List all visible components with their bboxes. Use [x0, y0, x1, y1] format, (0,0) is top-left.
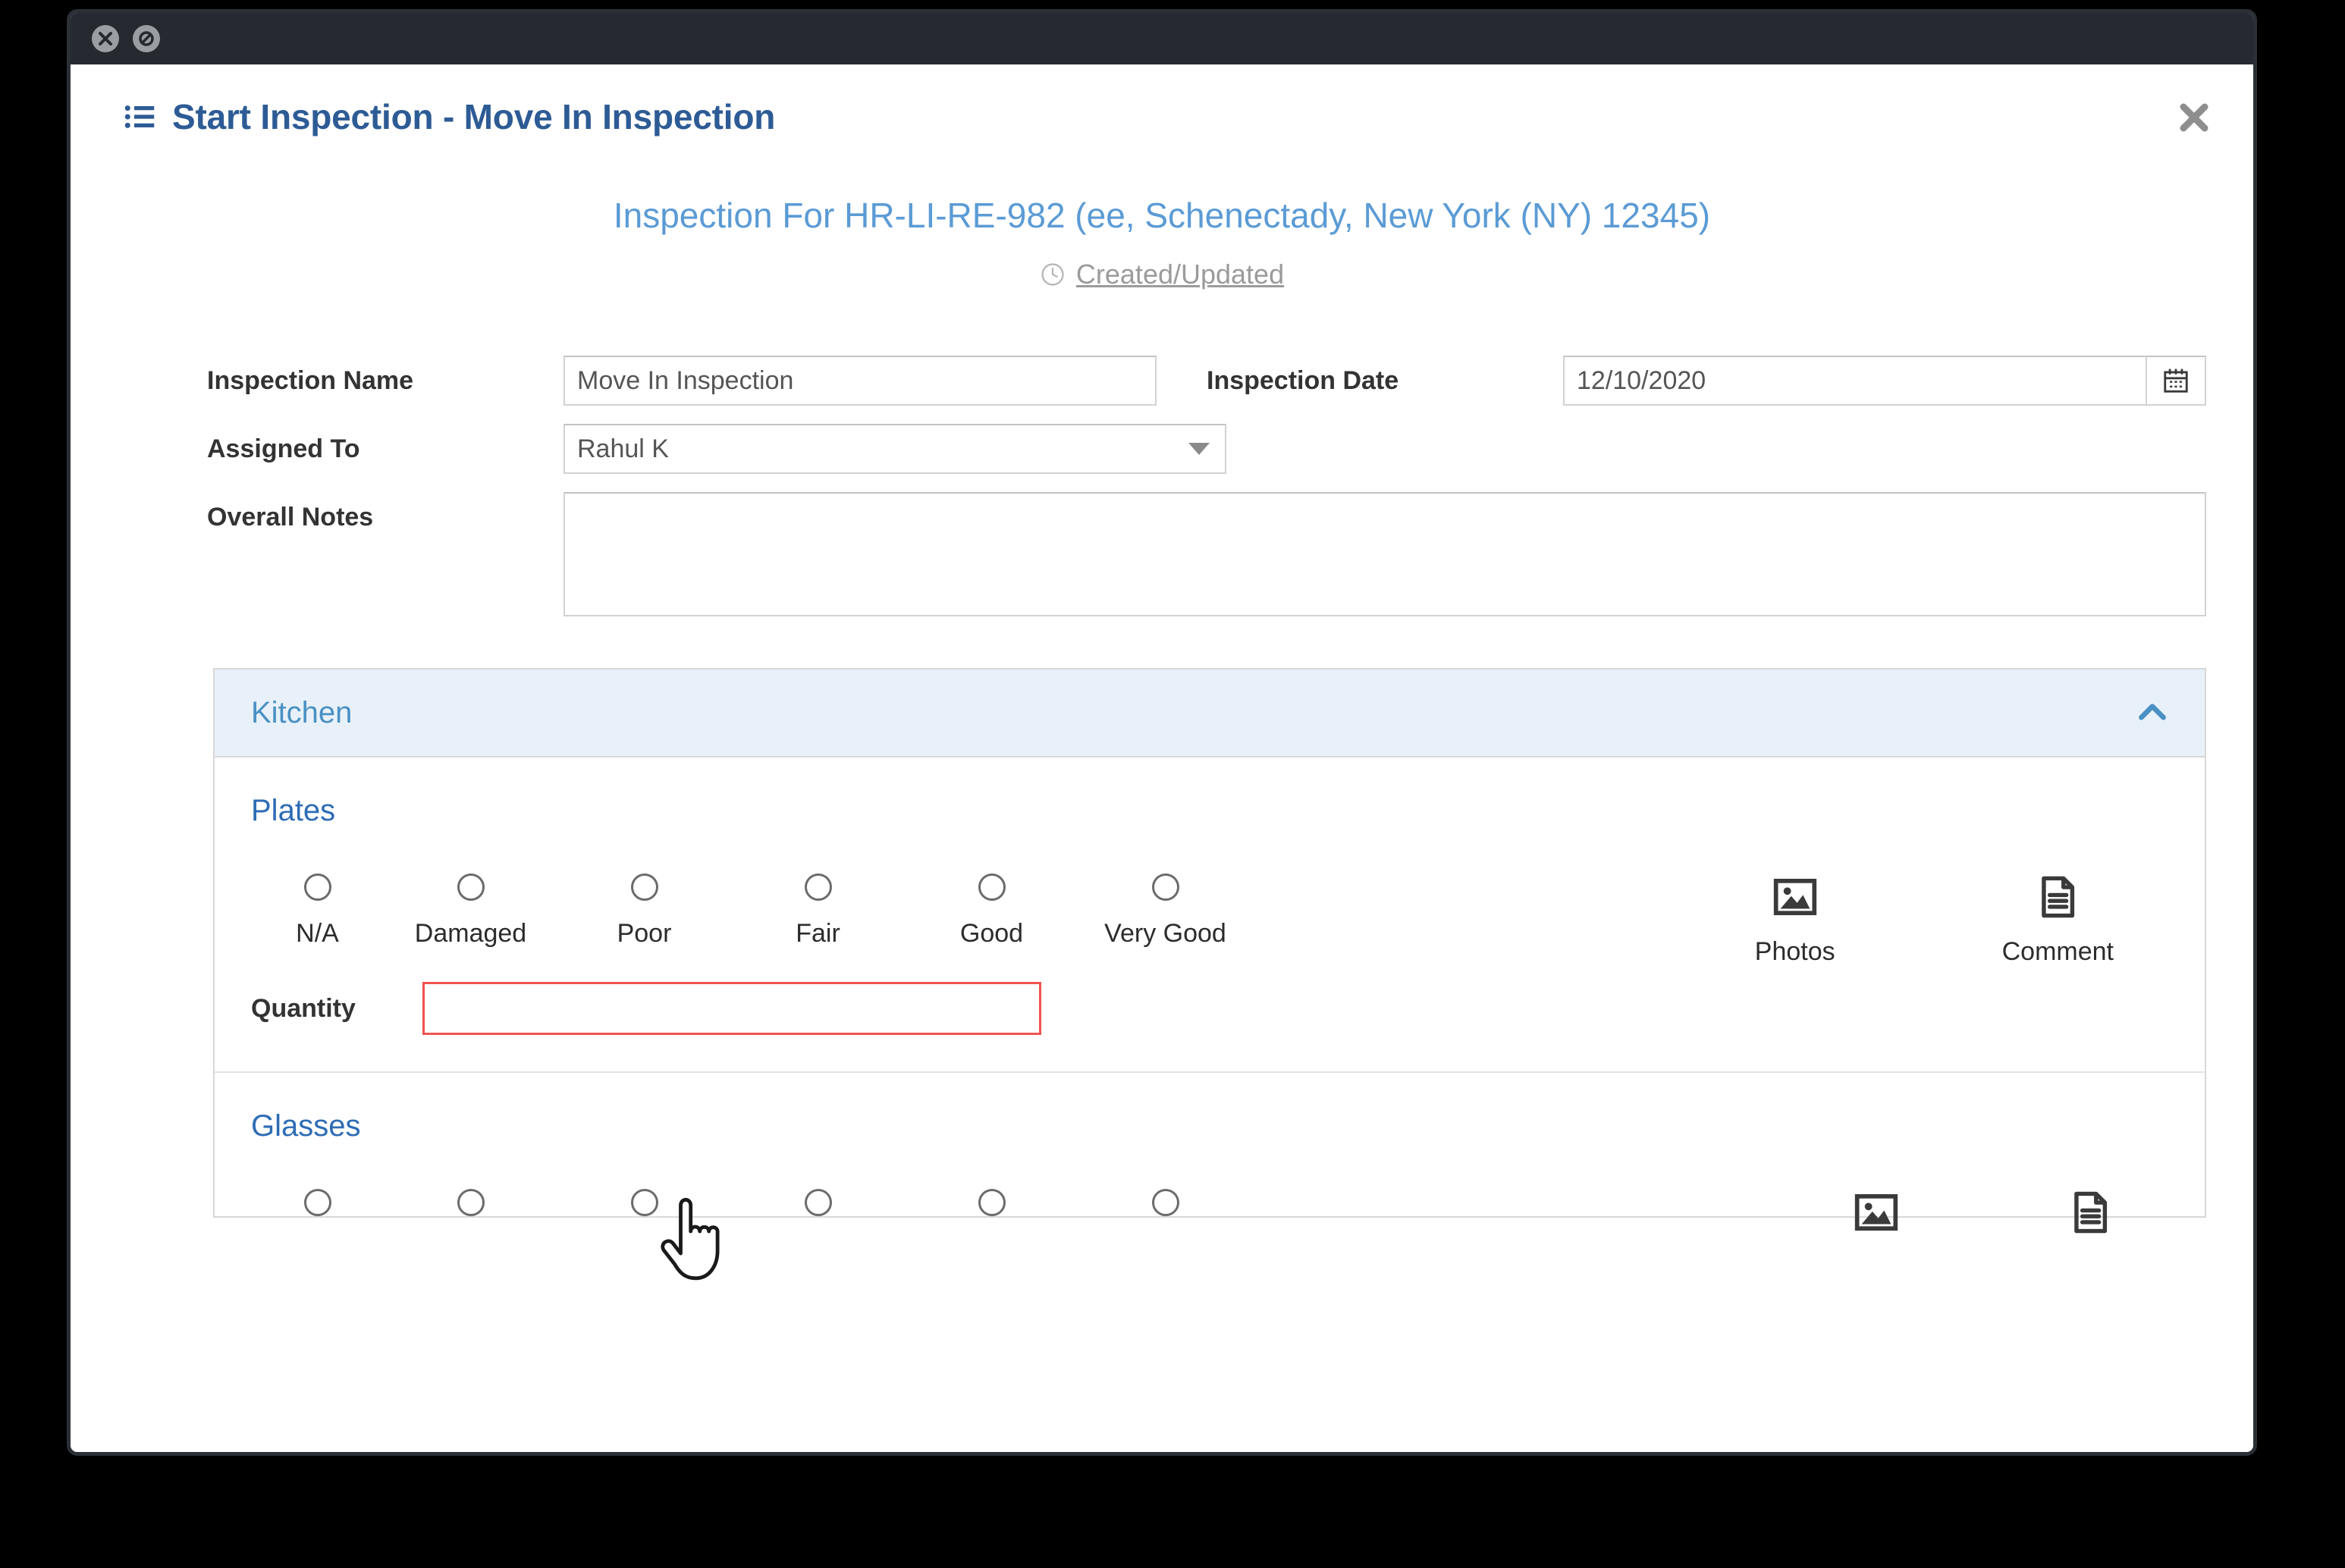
- radio-button[interactable]: [805, 1189, 832, 1216]
- assigned-to-select[interactable]: Rahul K: [563, 424, 1226, 474]
- quantity-label: Quantity: [251, 994, 422, 1024]
- radio-button[interactable]: [457, 1189, 485, 1216]
- created-updated-link[interactable]: Created/Updated: [1076, 259, 1284, 290]
- rating-options-group: [251, 1189, 1252, 1216]
- rating-option-label: Fair: [796, 919, 840, 949]
- rating-row: N/A Damaged Poor Fair: [251, 873, 2205, 949]
- inspection-name-input[interactable]: [563, 356, 1157, 406]
- rating-option-good[interactable]: [905, 1189, 1078, 1216]
- radio-button[interactable]: [304, 1189, 331, 1216]
- rating-option-label: Poor: [617, 919, 672, 949]
- modal-title-row: Start Inspection - Move In Inspection: [124, 96, 2253, 137]
- rating-options-group: N/A Damaged Poor Fair: [251, 873, 1252, 949]
- rating-option-damaged[interactable]: [384, 1189, 557, 1216]
- chevron-up-icon[interactable]: [2133, 694, 2171, 732]
- clock-icon: [1040, 262, 1066, 287]
- rating-option-fair[interactable]: Fair: [731, 873, 905, 949]
- inspection-heading: Inspection For HR-LI-RE-982 (ee, Schenec…: [71, 195, 2253, 236]
- radio-button[interactable]: [631, 1189, 658, 1216]
- radio-button[interactable]: [805, 873, 832, 901]
- quantity-input[interactable]: [422, 982, 1041, 1035]
- close-circle-icon[interactable]: [92, 25, 119, 52]
- calendar-icon[interactable]: [2146, 356, 2206, 406]
- quantity-row: Quantity: [251, 982, 2205, 1071]
- kitchen-accordion-header[interactable]: Kitchen: [215, 670, 2205, 757]
- radio-button[interactable]: [1152, 873, 1179, 901]
- assigned-to-select-wrap: Rahul K: [563, 424, 1226, 474]
- kitchen-section-title: Kitchen: [251, 696, 352, 730]
- close-icon[interactable]: [2171, 95, 2217, 140]
- radio-button[interactable]: [978, 873, 1006, 901]
- rating-option-very-good[interactable]: [1078, 1189, 1252, 1216]
- inspection-modal: Start Inspection - Move In Inspection In…: [71, 64, 2253, 1452]
- form-row-assigned-to: Assigned To Rahul K: [207, 424, 2206, 474]
- document-icon: [2067, 1189, 2114, 1236]
- rating-option-good[interactable]: Good: [905, 873, 1078, 949]
- radio-button[interactable]: [457, 873, 485, 901]
- inspection-date-label: Inspection Date: [1207, 356, 1563, 396]
- rating-option-label: Damaged: [415, 919, 526, 949]
- form-row-overall-notes: Overall Notes: [207, 492, 2206, 616]
- comment-label: Comment: [2002, 937, 2114, 967]
- rating-option-poor[interactable]: Poor: [557, 873, 731, 949]
- radio-button[interactable]: [304, 873, 331, 901]
- photos-button[interactable]: Photos: [1755, 873, 1835, 967]
- inspection-name-label: Inspection Name: [207, 356, 563, 396]
- rating-option-label: N/A: [296, 919, 339, 949]
- list-icon: [124, 101, 155, 133]
- item-title: Glasses: [251, 1109, 2205, 1143]
- photos-label: Photos: [1755, 937, 1835, 967]
- modal-header: Start Inspection - Move In Inspection: [71, 64, 2253, 152]
- block-circle-icon[interactable]: [133, 25, 160, 52]
- overall-notes-label: Overall Notes: [207, 492, 563, 532]
- comment-button[interactable]: Comment: [2002, 873, 2114, 967]
- form-row-name-date: Inspection Name Inspection Date: [207, 356, 2206, 406]
- inspection-form: Inspection Name Inspection Date: [71, 356, 2253, 616]
- inspection-date-input[interactable]: [1563, 356, 2146, 406]
- image-icon: [1772, 873, 1819, 920]
- rating-option-na[interactable]: [251, 1189, 384, 1216]
- rating-option-damaged[interactable]: Damaged: [384, 873, 557, 949]
- rating-option-very-good[interactable]: Very Good: [1078, 873, 1252, 949]
- browser-window: Start Inspection - Move In Inspection In…: [67, 9, 2257, 1456]
- rating-option-label: Good: [960, 919, 1023, 949]
- radio-button[interactable]: [978, 1189, 1006, 1216]
- rating-option-na[interactable]: N/A: [251, 873, 384, 949]
- assigned-to-label: Assigned To: [207, 424, 563, 464]
- item-title: Plates: [251, 794, 2205, 828]
- item-action-icons: [1853, 1189, 2114, 1236]
- page-title: Start Inspection - Move In Inspection: [172, 96, 775, 137]
- window-titlebar: [71, 13, 2253, 64]
- overall-notes-textarea[interactable]: [563, 492, 2206, 616]
- item-action-icons: Photos Comment: [1755, 873, 2114, 967]
- radio-button[interactable]: [1152, 1189, 1179, 1216]
- inspection-item-plates: Plates N/A Damaged Poor: [215, 757, 2205, 1071]
- image-icon: [1853, 1189, 1900, 1236]
- kitchen-accordion-panel: Kitchen Plates N/A Dama: [213, 668, 2206, 1218]
- document-icon: [2034, 873, 2081, 920]
- rating-option-poor[interactable]: [557, 1189, 731, 1216]
- radio-button[interactable]: [631, 873, 658, 901]
- inspection-date-group: Inspection Date: [1207, 356, 2206, 406]
- rating-option-fair[interactable]: [731, 1189, 905, 1216]
- inspection-item-glasses: Glasses: [215, 1071, 2205, 1216]
- photos-button[interactable]: [1853, 1189, 1900, 1236]
- rating-row: [251, 1189, 2205, 1216]
- rating-option-label: Very Good: [1104, 919, 1226, 949]
- comment-button[interactable]: [2067, 1189, 2114, 1236]
- created-updated-row[interactable]: Created/Updated: [71, 259, 2253, 290]
